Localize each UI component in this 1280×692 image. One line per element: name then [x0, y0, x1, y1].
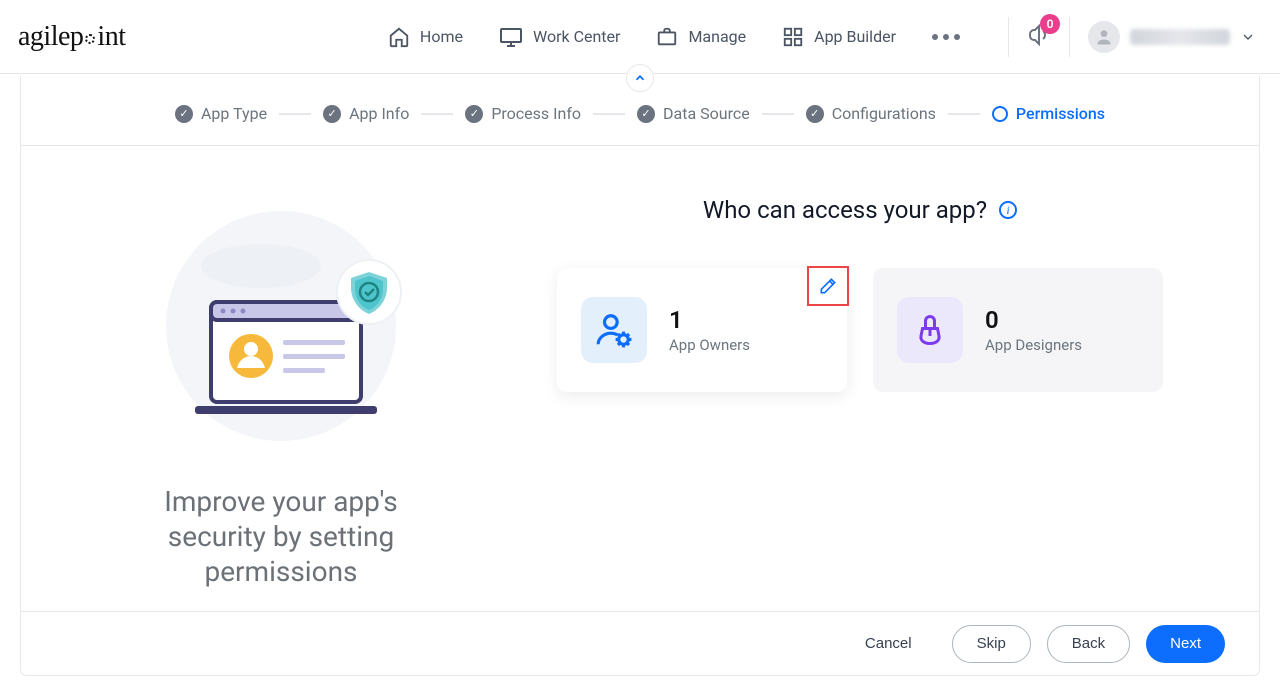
- brand-logo: agilepint: [18, 21, 125, 53]
- nav-home[interactable]: Home: [388, 26, 463, 48]
- step-label: App Info: [349, 104, 409, 123]
- main-nav: Home Work Center Manage App Builder: [388, 25, 960, 49]
- home-icon: [388, 26, 410, 48]
- step-permissions[interactable]: Permissions: [992, 104, 1105, 123]
- step-connector: [421, 113, 453, 115]
- app-designers-label: App Designers: [985, 336, 1082, 354]
- check-icon: ✓: [637, 105, 655, 123]
- top-navbar: agilepint Home Work Center Manage App Bu…: [0, 0, 1280, 74]
- step-label: App Type: [201, 104, 267, 123]
- permissions-illustration: [151, 206, 411, 466]
- divider: [1069, 17, 1070, 57]
- briefcase-icon: [656, 26, 678, 48]
- app-owners-count: 1: [669, 306, 750, 334]
- monitor-icon: [499, 25, 523, 49]
- nav-more-button[interactable]: [932, 34, 960, 40]
- nav-app-builder-label: App Builder: [814, 27, 896, 46]
- step-configurations[interactable]: ✓ Configurations: [806, 104, 936, 123]
- tagline-text: Improve your app's security by setting p…: [121, 484, 441, 589]
- notification-badge: 0: [1040, 14, 1060, 34]
- step-data-source[interactable]: ✓ Data Source: [637, 104, 750, 123]
- avatar: [1088, 21, 1120, 53]
- chevron-down-icon: [1240, 29, 1256, 45]
- step-connector: [279, 113, 311, 115]
- step-app-info[interactable]: ✓ App Info: [323, 104, 409, 123]
- step-label: Data Source: [663, 104, 750, 123]
- nav-manage[interactable]: Manage: [656, 26, 746, 48]
- step-label: Process Info: [491, 104, 581, 123]
- notifications-button[interactable]: 0: [1027, 23, 1051, 51]
- section-title-text: Who can access your app?: [703, 196, 987, 224]
- user-name-placeholder: [1130, 29, 1230, 45]
- step-app-type[interactable]: ✓ App Type: [175, 104, 267, 123]
- next-button[interactable]: Next: [1146, 625, 1225, 663]
- tile-app-owners[interactable]: 1 App Owners: [557, 268, 847, 392]
- check-icon: ✓: [323, 105, 341, 123]
- nav-work-center-label: Work Center: [533, 27, 620, 46]
- top-right-actions: 0: [1008, 17, 1256, 57]
- user-menu-button[interactable]: [1088, 21, 1256, 53]
- step-connector: [948, 113, 980, 115]
- edit-app-owners-button[interactable]: [807, 266, 849, 306]
- nav-app-builder[interactable]: App Builder: [782, 26, 896, 48]
- check-icon: ✓: [806, 105, 824, 123]
- info-icon[interactable]: i: [999, 201, 1017, 219]
- step-connector: [762, 113, 794, 115]
- app-owners-icon: [581, 297, 647, 363]
- active-step-icon: [992, 106, 1008, 122]
- check-icon: ✓: [465, 105, 483, 123]
- step-label: Configurations: [832, 104, 936, 123]
- app-designers-icon: [897, 297, 963, 363]
- wizard-footer: Cancel Skip Back Next: [21, 611, 1259, 675]
- nav-work-center[interactable]: Work Center: [499, 25, 620, 49]
- step-connector: [593, 113, 625, 115]
- grid-icon: [782, 26, 804, 48]
- divider: [1008, 17, 1009, 57]
- chevron-up-icon: [633, 71, 647, 85]
- nav-manage-label: Manage: [688, 27, 746, 46]
- step-process-info[interactable]: ✓ Process Info: [465, 104, 581, 123]
- pencil-icon: [818, 276, 838, 296]
- app-owners-label: App Owners: [669, 336, 750, 354]
- app-designers-count: 0: [985, 306, 1082, 334]
- check-icon: ✓: [175, 105, 193, 123]
- cancel-button[interactable]: Cancel: [841, 625, 936, 663]
- skip-button[interactable]: Skip: [952, 625, 1031, 663]
- step-label: Permissions: [1016, 104, 1105, 123]
- tile-app-designers[interactable]: 0 App Designers: [873, 268, 1163, 392]
- collapse-stepper-button[interactable]: [626, 64, 654, 92]
- nav-home-label: Home: [420, 27, 463, 46]
- back-button[interactable]: Back: [1047, 625, 1130, 663]
- section-title: Who can access your app? i: [521, 196, 1199, 224]
- wizard-card: ✓ App Type ✓ App Info ✓ Process Info ✓ D…: [20, 76, 1260, 676]
